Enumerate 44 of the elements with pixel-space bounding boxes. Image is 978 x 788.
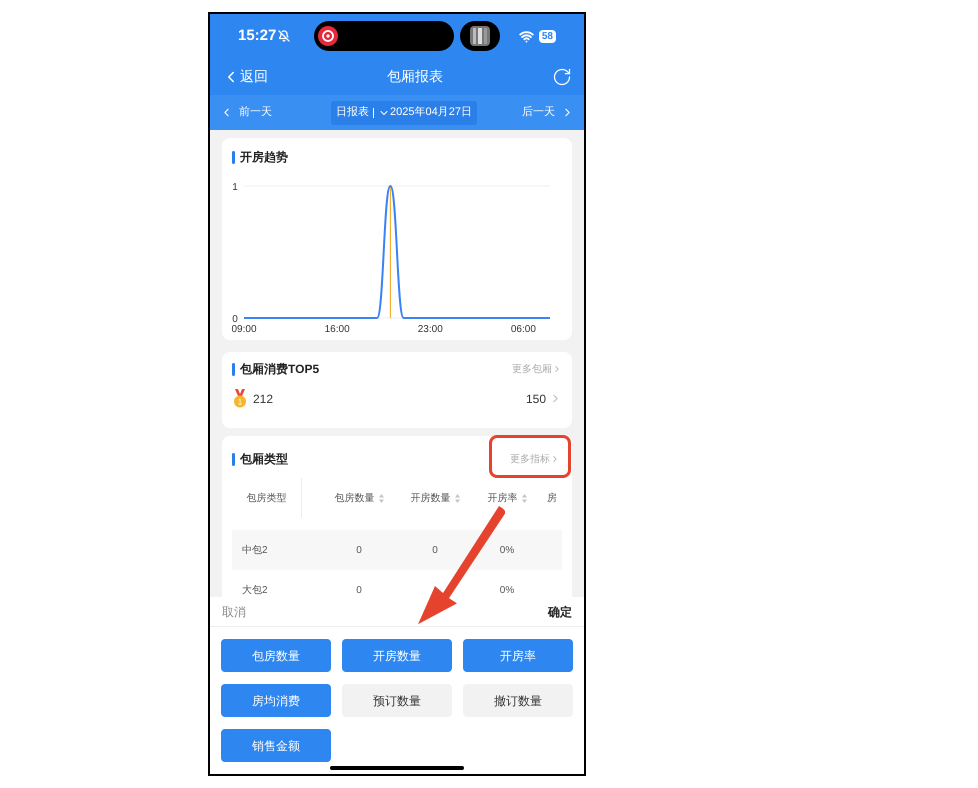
battery-icon: 58 [538,30,556,42]
card-title: 包厢类型 [240,451,288,468]
column-header[interactable]: 开房率 [488,490,518,506]
metric-option[interactable]: 房均消费 [221,684,331,717]
axis-label: 0 [232,314,238,325]
axis-label: 23:00 [418,324,443,335]
axis-label: 06:00 [510,324,536,335]
column-header: 房 [547,492,557,506]
room-amount: 150 [526,390,546,408]
column-header[interactable]: 包房数量 [334,490,374,506]
date-value[interactable]: 2025年04月27日 [390,104,472,121]
metric-option[interactable]: 撤订数量 [463,684,573,717]
confirm-button[interactable]: 确定 [548,602,572,620]
table-cell: 0 [356,584,362,596]
table-cell: 大包2 [242,584,268,596]
page-title: 包厢报表 [387,67,443,86]
metric-option[interactable]: 开房率 [463,639,573,672]
room-name: 212 [253,390,274,408]
metric-option[interactable]: 销售金额 [221,729,331,762]
metric-option[interactable]: 包房数量 [221,639,331,672]
cancel-button[interactable]: 取消 [222,602,246,620]
more-metrics-link[interactable]: 更多指标 [510,452,560,466]
more-rooms-link[interactable]: 更多包厢 [512,362,562,376]
back-button[interactable]: 返回 [222,66,268,87]
axis-label: 16:00 [324,324,350,335]
column-header[interactable]: 开房数量 [410,490,450,506]
table-cell: 0 [432,544,438,556]
table-cell: 0 [356,544,362,556]
axis-label: 1 [232,182,238,193]
report-mode[interactable]: 日报表 [336,104,370,121]
table-cell: 中包2 [242,544,268,556]
column-header: 包房类型 [246,492,286,506]
card-title: 开房趋势 [240,149,288,166]
status-time: 15:27 [238,26,276,46]
table-cell: 0% [500,584,514,596]
card-title: 包厢消费TOP5 [240,361,320,378]
date-picker[interactable]: 日报表 2025年04月27日 [331,100,477,124]
ranking-row[interactable]: 1 212 150 [232,389,562,408]
prev-day-button[interactable]: 前一天 [220,104,272,121]
table-cell: 0% [500,544,514,556]
metric-option[interactable]: 开房数量 [342,639,452,672]
next-day-button[interactable]: 后一天 [522,104,574,121]
metric-option[interactable]: 预订数量 [342,684,452,717]
axis-label: 09:00 [231,324,257,335]
